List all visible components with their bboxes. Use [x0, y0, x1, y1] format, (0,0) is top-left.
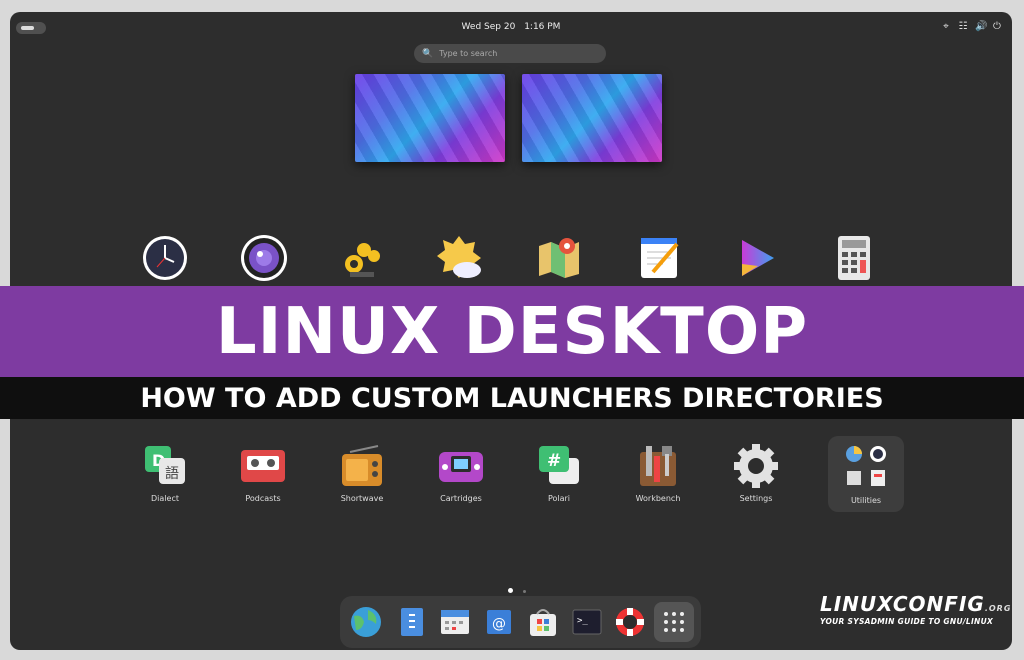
software-icon[interactable]: [527, 606, 559, 638]
system-tray[interactable]: ⌖ ☷ 🔊 ⏻: [941, 21, 1002, 33]
weather-icon[interactable]: [437, 234, 485, 282]
app-settings[interactable]: Settings: [711, 442, 801, 503]
calculator-icon[interactable]: [830, 234, 878, 282]
subtitle-banner: HOW TO ADD CUSTOM LAUNCHERS DIRECTORIES: [0, 377, 1024, 419]
camera-icon[interactable]: [240, 234, 288, 282]
search-icon: 🔍: [422, 48, 434, 59]
app-label: Workbench: [635, 494, 681, 503]
polari-icon: #: [535, 442, 583, 490]
app-polari[interactable]: # Polari: [514, 442, 604, 503]
podcasts-icon: [239, 442, 287, 490]
brand-suffix: .ORG: [984, 604, 1012, 613]
show-apps-icon[interactable]: [654, 602, 694, 642]
browser-icon[interactable]: [350, 606, 382, 638]
page-dot-active[interactable]: [508, 588, 513, 593]
mail-icon[interactable]: @: [483, 606, 515, 638]
utilities-folder[interactable]: Utilities: [828, 436, 904, 512]
volume-icon: 🔊: [975, 21, 988, 32]
calendar-icon[interactable]: [439, 606, 471, 638]
app-podcasts[interactable]: Podcasts: [218, 442, 308, 503]
app-grid-row-1: [10, 234, 1012, 284]
svg-text:語: 語: [165, 466, 179, 482]
brand-logo: LINUXCONFIG.ORG YOUR SYSADMIN GUIDE TO G…: [820, 592, 1010, 626]
clocks-icon[interactable]: [141, 234, 189, 282]
svg-text:#: #: [547, 451, 561, 471]
videos-icon[interactable]: [732, 234, 780, 282]
svg-text:@: @: [492, 616, 506, 632]
power-icon: ⏻: [993, 21, 1001, 32]
app-label: Shortwave: [340, 494, 384, 503]
cartridges-icon: [437, 442, 485, 490]
location-icon: ⌖: [943, 21, 949, 32]
utilities-folder-icon: [844, 444, 888, 488]
app-dialect[interactable]: D語 Dialect: [120, 442, 210, 503]
network-icon: ☷: [958, 21, 968, 32]
app-label: Podcasts: [245, 494, 281, 503]
search-input[interactable]: 🔍 Type to search: [414, 44, 606, 63]
brand-tagline: YOUR SYSADMIN GUIDE TO GNU/LINUX: [820, 617, 994, 626]
maps-icon[interactable]: [535, 234, 583, 282]
app-cartridges[interactable]: Cartridges: [416, 442, 506, 503]
app-label: Dialect: [151, 494, 179, 503]
terminal-icon[interactable]: >_: [571, 606, 603, 638]
clock-date: Wed Sep 20: [461, 22, 516, 32]
clock[interactable]: Wed Sep 20 1:16 PM: [10, 22, 1012, 32]
files-icon[interactable]: [395, 606, 427, 638]
title-banner: LINUX DESKTOP: [0, 286, 1024, 377]
text-editor-icon[interactable]: [635, 234, 683, 282]
app-workbench[interactable]: Workbench: [613, 442, 703, 503]
svg-text:>_: >_: [577, 616, 588, 626]
dock: @ >_: [340, 596, 701, 648]
page-indicator[interactable]: [508, 578, 536, 597]
banner-subtitle: HOW TO ADD CUSTOM LAUNCHERS DIRECTORIES: [140, 382, 884, 414]
workbench-icon: [634, 442, 682, 490]
app-label: Utilities: [850, 496, 882, 505]
top-bar: Wed Sep 20 1:16 PM ⌖ ☷ 🔊 ⏻: [10, 12, 1012, 44]
dialect-icon: D語: [141, 442, 189, 490]
app-label: Polari: [547, 494, 571, 503]
clock-time: 1:16 PM: [524, 22, 561, 32]
app-label: Settings: [739, 494, 773, 503]
help-icon[interactable]: [614, 606, 646, 638]
brand-name: LINUXCONFIG: [820, 592, 985, 616]
workspace-thumbnail-1[interactable]: [355, 74, 505, 162]
banner-title: LINUX DESKTOP: [215, 294, 809, 369]
extensions-icon[interactable]: [338, 234, 386, 282]
settings-icon: [732, 442, 780, 490]
app-shortwave[interactable]: Shortwave: [317, 442, 407, 503]
workspace-thumbnail-2[interactable]: [522, 74, 662, 162]
app-label: Cartridges: [440, 494, 482, 503]
shortwave-icon: [338, 442, 386, 490]
search-placeholder: Type to search: [439, 49, 498, 58]
page-dot[interactable]: [523, 590, 526, 593]
